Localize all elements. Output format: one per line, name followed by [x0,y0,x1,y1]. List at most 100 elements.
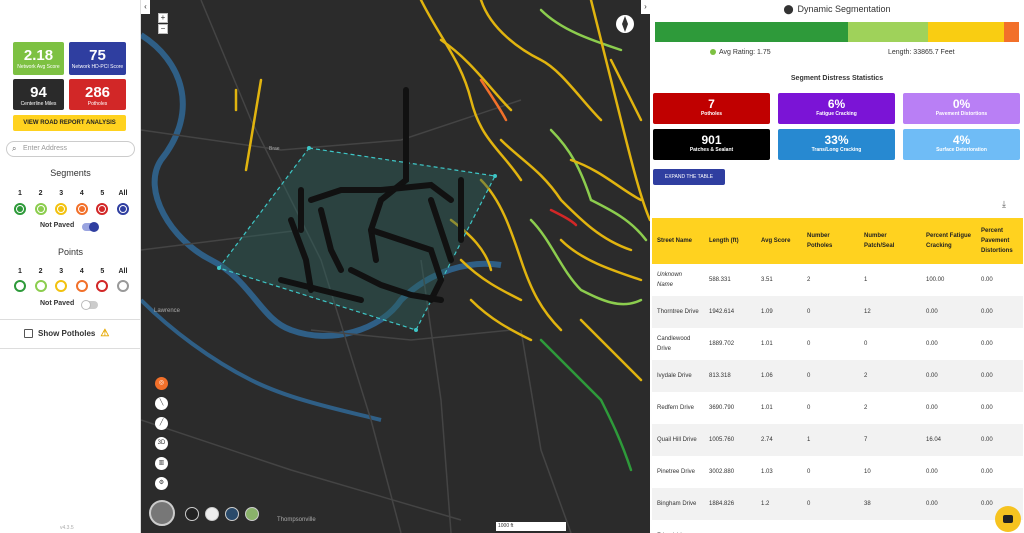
point-filter-5[interactable] [96,280,109,292]
zoom-out-button[interactable]: − [158,24,168,34]
rating-bar-segment [1004,22,1019,42]
basemap-terrain-icon[interactable] [245,507,259,521]
centerline-miles-card[interactable]: 94 Centerline Miles [13,79,64,110]
polygon-vertex[interactable] [414,328,418,332]
table-cell: 3002.880 [709,469,735,475]
card-label: Network Avg Score [17,64,60,70]
warning-icon: ⚠ [100,328,110,339]
avg-rating: Avg Rating: 1.75 [710,49,771,56]
show-potholes-checkbox[interactable] [24,329,33,338]
table-cell: 0 [802,360,859,392]
table-row[interactable]: Bingham Drive 1884.826 1.2 0 38 0.00 0.00 [652,488,1023,520]
segments-not-paved-toggle[interactable] [82,222,99,232]
show-potholes-label: Show Potholes [38,329,96,338]
column-header[interactable]: Number Patch/Seal [859,218,921,264]
settings-gear-icon[interactable]: ⚙ [155,477,168,490]
segment-filter-2[interactable] [34,203,47,215]
segment-filter-1[interactable] [14,203,26,215]
table-row[interactable]: Redfern Drive 3690.790 1.01 0 2 0.00 0.00 [652,392,1023,424]
table-cell: 0.00 [981,405,993,411]
point-numbers: 1 2 3 4 5 All [14,268,129,275]
address-search-input[interactable]: ⌕ Enter Address [6,141,135,157]
column-header[interactable]: Percent Fatigue Cracking [921,218,976,264]
basemap-light-icon[interactable] [205,507,219,521]
zoom-in-button[interactable]: + [158,13,168,23]
table-cell: Redfern Drive [657,405,695,411]
table-row[interactable]: Ivydale Drive 813.318 1.06 0 2 0.00 0.00 [652,360,1023,392]
table-cell: Friendship [652,520,704,533]
table-cell [859,520,921,533]
network-avg-score-card[interactable]: 2.18 Network Avg Score [13,42,64,75]
show-potholes-row[interactable]: Show Potholes ⚠ [24,328,109,339]
point-number: 1 [18,268,22,275]
table-cell: 7 [859,424,921,456]
left-panel: 2.18 Network Avg Score 75 Network HD-PCI… [0,0,141,533]
table-cell: 10 [864,469,871,475]
stat-label: Surface Deterioration [936,147,987,153]
segment-numbers: 1 2 3 4 5 All [14,190,129,197]
collapse-right-panel-icon[interactable]: › [641,0,650,14]
table-cell: 1 [864,277,868,283]
point-number: All [118,268,128,275]
polygon-vertex[interactable] [307,146,311,150]
segment-filter-3[interactable] [55,203,68,215]
map-label-lawrence: Lawrence [154,308,181,314]
network-pci-score-card[interactable]: 75 Network HD-PCI Score [69,42,126,75]
segment-filter-4[interactable] [75,203,88,215]
expand-table-button[interactable]: EXPAND THE TABLE [653,169,725,185]
column-header[interactable]: Street Name [652,218,704,264]
search-icon: ⌕ [12,144,17,153]
column-header[interactable]: Percent Pavement Distortions [976,218,1023,264]
column-header[interactable]: Number Potholes [802,218,859,264]
table-cell: Pinetree Drive [657,469,696,475]
segment-filter-5[interactable] [96,203,109,215]
basemap-dark-icon[interactable] [185,507,199,521]
table-row[interactable]: Quail Hill Drive 1005.760 2.74 1 7 16.04 0.00 [652,424,1023,456]
table-cell: 2 [807,277,811,283]
point-filter-3[interactable] [55,280,68,292]
pothole-layer-icon[interactable]: ◎ [155,377,168,390]
point-filter-1[interactable] [14,280,26,292]
table-cell: 0.00 [921,296,976,328]
segment-number: 3 [59,190,64,197]
segment-number: 1 [18,190,22,197]
chat-button[interactable] [995,506,1021,532]
table-row[interactable]: Unknown Name 588.331 3.51 2 1 100.00 0.00 [652,264,1023,296]
table-cell [756,520,802,533]
polygon-vertex[interactable] [493,174,497,178]
table-cell: Candlewood Drive [657,336,691,352]
table-cell: 0 [807,405,811,411]
points-not-paved-label: Not Paved [40,300,75,307]
table-row[interactable]: Pinetree Drive 3002.880 1.03 0 10 0.00 0.00 [652,456,1023,488]
table-cell: 0.00 [981,341,993,347]
table-cell: Thorntree Drive [652,296,704,328]
map-view[interactable]: Lawrence Thompsonville Brae ‹ › + − ◎ ╲ … [141,0,650,533]
table-cell: Unknown Name [657,272,683,288]
download-icon[interactable]: ⤓ [1002,199,1006,210]
segment-number: 2 [38,190,43,197]
measure-icon[interactable]: ╱ [155,417,168,430]
stat-surface-deterioration: 4% Surface Deterioration [903,129,1020,160]
view-road-report-button[interactable]: VIEW ROAD REPORT ANALYSIS [13,115,126,131]
table-cell: 12 [859,296,921,328]
segment-filter-all[interactable] [116,203,129,215]
stat-potholes: 7 Potholes [653,93,770,124]
points-not-paved-toggle[interactable] [81,300,98,310]
table-row[interactable]: Friendship [652,520,1023,533]
road-layer-icon[interactable]: ╲ [155,397,168,410]
trash-icon[interactable]: ▥ [155,457,168,470]
table-row[interactable]: Thorntree Drive 1942.614 1.09 0 12 0.00 0.00 [652,296,1023,328]
point-filter-2[interactable] [34,280,47,292]
table-cell: 0.00 [926,405,938,411]
point-filter-4[interactable] [75,280,88,292]
column-header[interactable]: Length (ft) [704,218,756,264]
collapse-left-panel-icon[interactable]: ‹ [141,0,150,14]
3d-view-icon[interactable]: 3D [155,437,168,450]
column-header[interactable]: Avg Score [756,218,802,264]
basemap-satellite-icon[interactable] [225,507,239,521]
basemap-thumbnail-icon[interactable] [149,500,175,526]
point-filter-all[interactable] [116,280,129,292]
potholes-card[interactable]: 286 Potholes [69,79,126,110]
table-row[interactable]: Candlewood Drive 1889.702 1.01 0 0 0.00 0.00 [652,328,1023,360]
polygon-vertex[interactable] [217,266,221,270]
